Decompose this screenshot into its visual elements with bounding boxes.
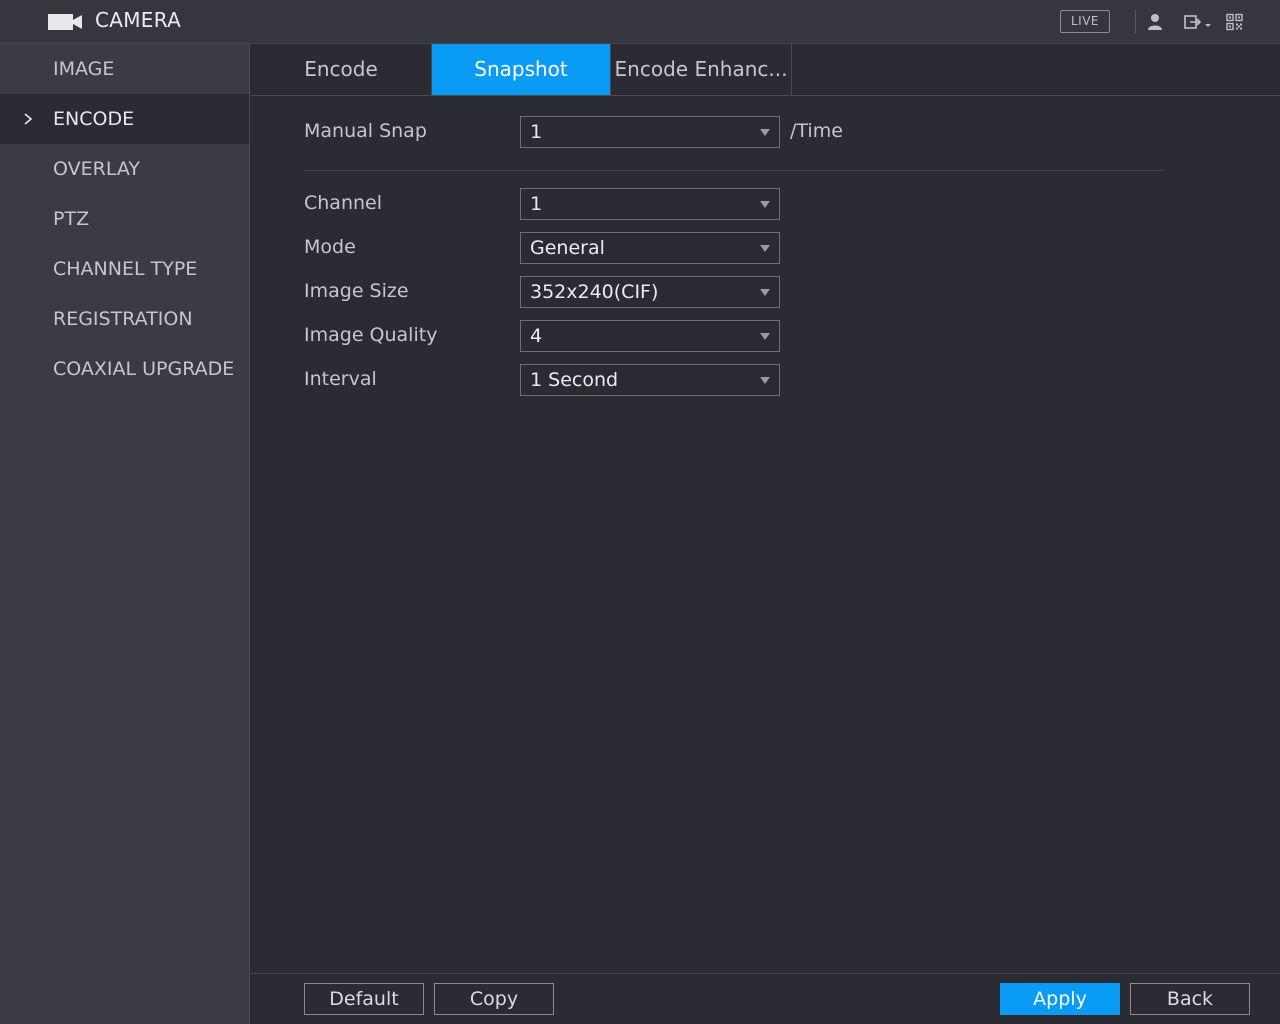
- tab-snapshot[interactable]: Snapshot: [432, 44, 611, 95]
- toolbar-divider: [1135, 10, 1136, 34]
- sidebar-item-coaxial-upgrade[interactable]: COAXIAL UPGRADE: [0, 344, 249, 394]
- camera-icon: [48, 14, 82, 30]
- interval-select[interactable]: 1 Second: [520, 364, 780, 396]
- image-size-value: 352x240(CIF): [530, 281, 659, 303]
- sidebar-item-label: OVERLAY: [53, 158, 140, 180]
- mode-select[interactable]: General: [520, 232, 780, 264]
- footer-divider: [251, 973, 1280, 974]
- channel-value: 1: [530, 193, 543, 215]
- top-bar: CAMERA LIVE: [0, 0, 1280, 44]
- tab-bar: Encode Snapshot Encode Enhanc...: [251, 44, 1280, 96]
- image-size-select[interactable]: 352x240(CIF): [520, 276, 780, 308]
- sidebar-item-encode[interactable]: ENCODE: [0, 94, 249, 144]
- back-button[interactable]: Back: [1130, 983, 1250, 1015]
- chevron-right-icon: [24, 113, 33, 125]
- channel-select[interactable]: 1: [520, 188, 780, 220]
- sidebar-item-label: IMAGE: [53, 58, 115, 80]
- image-quality-select[interactable]: 4: [520, 320, 780, 352]
- image-quality-label: Image Quality: [304, 324, 438, 346]
- apply-button[interactable]: Apply: [1000, 983, 1120, 1015]
- qr-code-icon[interactable]: [1226, 13, 1243, 31]
- sidebar-item-ptz[interactable]: PTZ: [0, 194, 249, 244]
- tab-encode[interactable]: Encode: [251, 44, 432, 95]
- mode-value: General: [530, 237, 605, 259]
- copy-button[interactable]: Copy: [434, 983, 554, 1015]
- user-icon[interactable]: [1147, 13, 1163, 31]
- dropdown-arrow-icon: [760, 245, 770, 252]
- section-divider: [304, 170, 1164, 171]
- page-title: CAMERA: [95, 8, 182, 32]
- sidebar-item-registration[interactable]: REGISTRATION: [0, 294, 249, 344]
- sidebar-item-label: CHANNEL TYPE: [53, 258, 198, 280]
- sidebar-item-channel-type[interactable]: CHANNEL TYPE: [0, 244, 249, 294]
- dropdown-arrow-icon: [760, 129, 770, 136]
- image-quality-value: 4: [530, 325, 543, 347]
- dropdown-arrow-icon: [760, 333, 770, 340]
- manual-snap-value: 1: [530, 121, 543, 143]
- manual-snap-unit: /Time: [790, 120, 843, 142]
- mode-label: Mode: [304, 236, 356, 258]
- sidebar-item-label: COAXIAL UPGRADE: [53, 358, 235, 380]
- sidebar: IMAGE ENCODE OVERLAY PTZ CHANNEL TYPE RE…: [0, 44, 250, 1024]
- dropdown-arrow-icon: [760, 201, 770, 208]
- manual-snap-label: Manual Snap: [304, 120, 427, 142]
- sidebar-item-label: PTZ: [53, 208, 90, 230]
- channel-label: Channel: [304, 192, 383, 214]
- sidebar-item-overlay[interactable]: OVERLAY: [0, 144, 249, 194]
- default-button[interactable]: Default: [304, 983, 424, 1015]
- tab-encode-enhancement[interactable]: Encode Enhanc...: [611, 44, 792, 95]
- dropdown-arrow-icon: [760, 289, 770, 296]
- dropdown-arrow-icon: [760, 377, 770, 384]
- logout-icon[interactable]: [1183, 13, 1213, 31]
- sidebar-item-label: ENCODE: [53, 108, 135, 130]
- sidebar-item-label: REGISTRATION: [53, 308, 193, 330]
- image-size-label: Image Size: [304, 280, 409, 302]
- sidebar-item-image[interactable]: IMAGE: [0, 44, 249, 94]
- interval-value: 1 Second: [530, 369, 619, 391]
- interval-label: Interval: [304, 368, 377, 390]
- manual-snap-select[interactable]: 1: [520, 116, 780, 148]
- live-button[interactable]: LIVE: [1060, 10, 1110, 33]
